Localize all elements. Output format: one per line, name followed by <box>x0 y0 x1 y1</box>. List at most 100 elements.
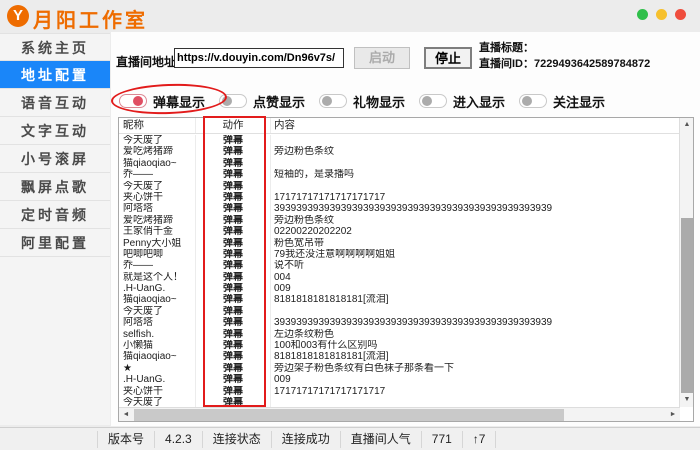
table-row[interactable]: 夹心饼干弹幕17171717171717171717 <box>119 386 679 397</box>
table-row[interactable]: .H-UanG.弹幕009 <box>119 283 679 294</box>
table-row[interactable]: 今天废了弹幕 <box>119 135 679 146</box>
address-input[interactable] <box>174 48 344 68</box>
cell-action: 弹幕 <box>196 181 271 192</box>
toggle-group: 进入显示 <box>419 88 519 114</box>
sidebar-item[interactable]: 阿里配置 <box>0 229 110 257</box>
column-header-content[interactable]: 内容 <box>271 118 693 133</box>
sidebar-item[interactable]: 系统主页 <box>0 33 110 61</box>
sidebar-item[interactable]: 飘屏点歌 <box>0 173 110 201</box>
sidebar-item[interactable]: 定时音频 <box>0 201 110 229</box>
scroll-up-icon[interactable]: ▲ <box>680 118 694 132</box>
table-row[interactable]: 今天废了弹幕 <box>119 181 679 192</box>
cell-nickname: 猫qiaoqiao~ <box>119 158 196 169</box>
title-bar: Y 月阳工作室 <box>0 0 700 32</box>
live-title-line: 直播标题： <box>479 40 650 56</box>
sidebar-item[interactable]: 小号滚屏 <box>0 145 110 173</box>
start-button[interactable]: 启动 <box>354 47 410 69</box>
cell-action: 弹幕 <box>196 249 271 260</box>
table-row[interactable]: 猫qiaoqiao~弹幕 <box>119 158 679 169</box>
toggle-label: 点赞显示 <box>253 92 305 111</box>
table-row[interactable]: 阿塔塔弹幕39393939393939393939393939393939393… <box>119 317 679 328</box>
cell-content: 3939393939393939393939393939393939393939… <box>271 317 679 328</box>
message-table: 昵称 动作 内容 今天废了弹幕爱吃烤猪蹄弹幕旁边粉色条纹猫qiaoqiao~弹幕… <box>118 117 694 422</box>
scroll-left-icon[interactable]: ◄ <box>119 408 133 422</box>
table-body: 今天废了弹幕爱吃烤猪蹄弹幕旁边粉色条纹猫qiaoqiao~弹幕乔——弹幕短袖的，… <box>119 135 679 408</box>
cell-action: 弹幕 <box>196 386 271 397</box>
cell-action: 弹幕 <box>196 272 271 283</box>
table-row[interactable]: 乔——弹幕说不听 <box>119 260 679 271</box>
cell-nickname: ★ <box>119 363 196 374</box>
table-row[interactable]: ★弹幕旁边架子粉色条纹有白色袜子那条看一下 <box>119 363 679 374</box>
app-title: 月阳工作室 <box>33 4 148 33</box>
cell-nickname: 今天废了 <box>119 135 196 146</box>
table-row[interactable]: 阿塔塔弹幕39393939393939393939393939393939393… <box>119 203 679 214</box>
cell-nickname: 乔—— <box>119 169 196 180</box>
connection-status-label: 连接状态 <box>203 431 272 448</box>
table-row[interactable]: 小懒猫弹幕100和003有什么区别吗 <box>119 340 679 351</box>
cell-action: 弹幕 <box>196 135 271 146</box>
cell-action: 弹幕 <box>196 215 271 226</box>
cell-content <box>271 306 679 317</box>
table-row[interactable]: 今天废了弹幕 <box>119 306 679 317</box>
stop-button[interactable]: 停止 <box>424 47 472 69</box>
table-row[interactable]: selfish.弹幕左边条纹粉色 <box>119 329 679 340</box>
vertical-scrollbar[interactable]: ▲ ▼ <box>679 118 693 407</box>
scroll-down-icon[interactable]: ▼ <box>680 393 694 407</box>
toggle-switch[interactable] <box>419 94 447 108</box>
toggle-switch[interactable] <box>219 94 247 108</box>
room-id-value: 7229493642589784872 <box>534 58 650 70</box>
toggle-switch[interactable] <box>519 94 547 108</box>
cell-content: 旁边架子粉色条纹有白色袜子那条看一下 <box>271 363 679 374</box>
table-row[interactable]: 猫qiaoqiao~弹幕8181818181818181[流泪] <box>119 351 679 362</box>
sidebar-item[interactable]: 文字互动 <box>0 117 110 145</box>
window-controls <box>637 9 686 20</box>
sidebar-item[interactable]: 地址配置 <box>0 61 110 89</box>
room-id-line: 直播间ID：7229493642589784872 <box>479 56 650 72</box>
toggle-knob-icon <box>322 96 332 106</box>
table-row[interactable]: 吧唧吧唧弹幕79我还没注意啊啊啊啊姐姐 <box>119 249 679 260</box>
toggle-label: 弹幕显示 <box>153 92 205 111</box>
cell-content: 8181818181818181[流泪] <box>271 294 679 305</box>
cell-action: 弹幕 <box>196 169 271 180</box>
cell-content: 说不听 <box>271 260 679 271</box>
cell-content: 004 <box>271 272 679 283</box>
table-row[interactable]: 乔——弹幕短袖的，是录播吗 <box>119 169 679 180</box>
cell-content: 3939393939393939393939393939393939393939… <box>271 203 679 214</box>
window-green-dot-icon[interactable] <box>637 9 648 20</box>
table-header: 昵称 动作 内容 <box>119 118 693 134</box>
table-row[interactable]: 猫qiaoqiao~弹幕8181818181818181[流泪] <box>119 294 679 305</box>
horizontal-scroll-thumb[interactable] <box>134 409 564 421</box>
toggle-switch[interactable] <box>319 94 347 108</box>
scroll-right-icon[interactable]: ► <box>666 408 680 422</box>
cell-action: 弹幕 <box>196 238 271 249</box>
horizontal-scrollbar[interactable]: ◄ ► <box>119 407 680 421</box>
connection-status-value: 连接成功 <box>272 431 341 448</box>
statusbar-spacer <box>0 431 98 448</box>
cell-content <box>271 135 679 146</box>
sidebar-item[interactable]: 语音互动 <box>0 89 110 117</box>
column-header-action[interactable]: 动作 <box>196 118 271 133</box>
column-header-nickname[interactable]: 昵称 <box>119 118 196 133</box>
cell-content: 粉色宽吊带 <box>271 238 679 249</box>
cell-action: 弹幕 <box>196 158 271 169</box>
table-row[interactable]: Penny大小姐弹幕粉色宽吊带 <box>119 238 679 249</box>
cell-content: 8181818181818181[流泪] <box>271 351 679 362</box>
vertical-scroll-thumb[interactable] <box>681 218 693 393</box>
toggle-switch[interactable] <box>119 94 147 108</box>
toggle-group: 关注显示 <box>519 88 619 114</box>
table-row[interactable]: 王家俏千金弹幕02200220202202 <box>119 226 679 237</box>
cell-content: 旁边粉色条纹 <box>271 215 679 226</box>
table-row[interactable]: 夹心饼干弹幕17171717171717171717 <box>119 192 679 203</box>
cell-action: 弹幕 <box>196 363 271 374</box>
window-red-dot-icon[interactable] <box>675 9 686 20</box>
cell-nickname: 阿塔塔 <box>119 203 196 214</box>
cell-action: 弹幕 <box>196 306 271 317</box>
popularity-value: 771 <box>422 431 463 448</box>
toggle-knob-icon <box>222 96 232 106</box>
table-row[interactable]: 爱吃烤猪蹄弹幕旁边粉色条纹 <box>119 215 679 226</box>
table-row[interactable]: 就是这个人！弹幕004 <box>119 272 679 283</box>
table-row[interactable]: 爱吃烤猪蹄弹幕旁边粉色条纹 <box>119 146 679 157</box>
room-id-label: 直播间ID： <box>479 58 534 70</box>
window-yellow-dot-icon[interactable] <box>656 9 667 20</box>
table-row[interactable]: .H-UanG.弹幕009 <box>119 374 679 385</box>
